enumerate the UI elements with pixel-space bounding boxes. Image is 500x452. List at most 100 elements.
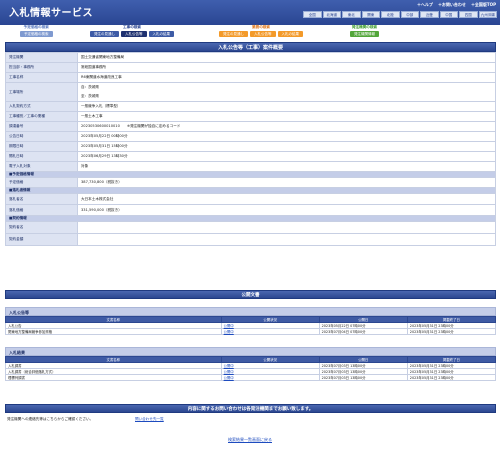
info-value: 対象 — [77, 161, 496, 172]
region-tab[interactable]: 全国 — [303, 11, 322, 18]
info-row: 工事名称 R6東関道水海道改良工事 — [5, 72, 496, 83]
info-label: 開札日時 — [5, 151, 78, 162]
info-label: 契約金額 — [5, 233, 78, 246]
national-top-link[interactable]: ＋全国版TOP — [471, 2, 496, 8]
info-label: 公告日時 — [5, 131, 78, 142]
info-row: 入札契約方式 一般競争入札（標準型） — [5, 101, 496, 112]
header-links: ＋ヘルプ ＋お問い合わせ ＋全国版TOP — [417, 2, 496, 8]
info-value: 大日本土木株式会社 — [77, 193, 496, 205]
info-value: 自：茨城県 至：茨城県 — [77, 82, 496, 102]
info-row: 開札日時 2023年06月29日 13時30分 — [5, 151, 496, 162]
back-to-results-link[interactable]: 検索結果一覧画面に戻る — [0, 437, 500, 443]
contact-note: 発注機関への連絡先等はこちらからご確認ください。 — [7, 417, 94, 421]
info-label: 工事名称 — [5, 72, 78, 83]
site-logo[interactable]: 入札情報サービス — [9, 4, 93, 19]
case-summary-panel: 入札公告等（工事）案件概要 発注機関 国土交通省関東地方整備局 担当部・事務所 常総国… — [5, 42, 496, 246]
nav-group-services: 業務の検索 発注の見通し 入札公告等 入札の結果 — [219, 25, 303, 37]
info-row: 期限日時 2023年05月31日 15時00分 — [5, 141, 496, 152]
publish-date: 2023年07月04日 07時00分 — [318, 328, 408, 335]
status-link[interactable]: 公開中 — [220, 328, 320, 335]
info-value — [77, 233, 496, 246]
tab-construction-results[interactable]: 入札の結果 — [148, 31, 174, 37]
info-value: 331,590,000（税抜き） — [77, 204, 496, 216]
publish-date: 2023年07月03日 13時00分 — [318, 374, 408, 381]
contact-row: 発注機関への連絡先等はこちらからご確認ください。 問い合わせ先一覧 — [5, 415, 496, 423]
region-tab[interactable]: 関東 — [361, 11, 380, 18]
tab-services-results[interactable]: 入札の結果 — [277, 31, 303, 37]
tab-agency-info[interactable]: 発注機関情報 — [350, 31, 379, 37]
info-label: 落札者名 — [5, 193, 78, 205]
tab-construction-outlook[interactable]: 発注の見通し — [90, 31, 119, 37]
table-row: 関東地方整備局競争参加資格 公開中 2023年07月04日 07時00分 2023年0… — [5, 328, 497, 335]
info-value: 国土交通省関東地方整備局 — [77, 52, 496, 63]
status-link[interactable]: 公開中 — [220, 374, 320, 381]
region-selector: 全国 北海道 東北 関東 北陸 中部 近畿 中国 四国 九州沖縄 — [303, 11, 497, 18]
info-label: 担当部・事務所 — [5, 62, 78, 73]
region-tab[interactable]: 近畿 — [420, 11, 439, 18]
info-value: 2023年05月22日 00時00分 — [77, 131, 496, 142]
info-value: 一般競争入札（標準型） — [77, 101, 496, 112]
info-label: 工事種別／工事の業種 — [5, 111, 78, 122]
info-value — [77, 221, 496, 234]
nav-group-construction: 工事の検索 発注の見通し 入札公告等 入札の結果 — [90, 25, 174, 37]
info-value: 一般土木工事 — [77, 111, 496, 122]
contact-banner: 内容に関するお問い合わせは各発注機関までお願い致します。 — [5, 404, 496, 413]
info-row: 契約金額 — [5, 233, 496, 246]
tab-estimated-price[interactable]: 予定価格の検索 — [20, 31, 53, 37]
region-tab[interactable]: 北陸 — [381, 11, 400, 18]
section-title: 入札公告等 — [5, 307, 496, 316]
table-row: 理標列調書 公開中 2023年07月03日 13時00分 2023年05月31日 23… — [5, 374, 497, 381]
public-documents-panel: 公開文書 入札公告等 文書名称 公開状況 公開日 掲載終了日 入札公告 公開中 2023年0… — [5, 290, 497, 381]
public-documents-title: 公開文書 — [5, 290, 496, 299]
nav-group-caption: 業務の検索 — [252, 25, 270, 29]
nav-group-caption: 工事の検索 — [123, 25, 141, 29]
info-row: 電子入札対象 対象 — [5, 161, 496, 172]
region-tab[interactable]: 中部 — [400, 11, 419, 18]
documents-table: 文書名称 公開状況 公開日 掲載終了日 入札公告 公開中 2023年05月22日 07時00… — [5, 316, 497, 335]
info-label: 契約者名 — [5, 221, 78, 234]
contact-link[interactable]: ＋お問い合わせ — [438, 2, 466, 8]
info-row: 契約者名 — [5, 221, 496, 234]
info-row: 発注機関 国土交通省関東地方整備局 — [5, 52, 496, 63]
region-tab[interactable]: 四国 — [459, 11, 478, 18]
contact-list-link[interactable]: 問い合わせ先一覧 — [135, 417, 164, 422]
info-row: 工事種別／工事の業種 一般土木工事 — [5, 111, 496, 122]
main-nav: 予定価格の検索 予定価格の検索 工事の検索 発注の見通し 入札公告等 入札の結果… — [0, 25, 500, 39]
info-row: 落札者名 大日本土木株式会社 — [5, 193, 496, 205]
case-summary-table: 発注機関 国土交通省関東地方整備局 担当部・事務所 常総国道事務所 工事名称 R6東関道水… — [5, 52, 496, 246]
info-value: 20230530600010010 ※発注機関が独自に定めるコード — [77, 121, 496, 132]
nav-group-agency: 発注機関の検索 発注機関情報 — [350, 25, 379, 37]
section-title: 入札結果 — [5, 347, 496, 356]
info-row: 落札価格 331,590,000（税抜き） — [5, 204, 496, 216]
info-label: 入札契約方式 — [5, 101, 78, 112]
site-header: 入札情報サービス ＋ヘルプ ＋お問い合わせ ＋全国版TOP 全国 北海道 東北 … — [0, 0, 500, 25]
info-value: R6東関道水海道改良工事 — [77, 72, 496, 83]
info-value: 2023年06月29日 13時30分 — [77, 151, 496, 162]
region-tab[interactable]: 東北 — [342, 11, 361, 18]
nav-group-caption: 発注機関の検索 — [351, 25, 378, 29]
info-label: 電子入札対象 — [5, 161, 78, 172]
tab-services-outlook[interactable]: 発注の見通し — [219, 31, 248, 37]
region-tab[interactable]: 中国 — [439, 11, 458, 18]
info-value: 387,730,800（税抜き） — [77, 177, 496, 188]
region-tab[interactable]: 九州沖縄 — [478, 11, 497, 18]
info-label: 期限日時 — [5, 141, 78, 152]
tab-services-notices[interactable]: 入札公告等 — [250, 31, 276, 37]
region-tab[interactable]: 北海道 — [322, 11, 341, 18]
info-label: 工事場所 — [5, 82, 78, 102]
help-link[interactable]: ＋ヘルプ — [417, 2, 433, 8]
info-row: 予定価格 387,730,800（税抜き） — [5, 177, 496, 188]
nav-group-caption: 予定価格の検索 — [23, 25, 49, 29]
info-row: 担当部・事務所 常総国道事務所 — [5, 62, 496, 73]
info-label: 調達番号 — [5, 121, 78, 132]
info-value: 常総国道事務所 — [77, 62, 496, 73]
documents-table: 文書名称 公開状況 公開日 掲載終了日 入札調書 公開中 2023年07月03日 13時00… — [5, 356, 497, 381]
end-date: 2023年05月31日 23時00分 — [406, 328, 497, 335]
info-row: 工事場所 自：茨城県 至：茨城県 — [5, 82, 496, 102]
nav-group-estimated-price: 予定価格の検索 予定価格の検索 — [20, 25, 53, 37]
tab-construction-notices[interactable]: 入札公告等 — [121, 31, 147, 37]
document-name: 理標列調書 — [5, 374, 222, 381]
panel-title: 入札公告等（工事）案件概要 — [5, 42, 496, 52]
info-label: 落札価格 — [5, 204, 78, 216]
info-label: 発注機関 — [5, 52, 78, 63]
